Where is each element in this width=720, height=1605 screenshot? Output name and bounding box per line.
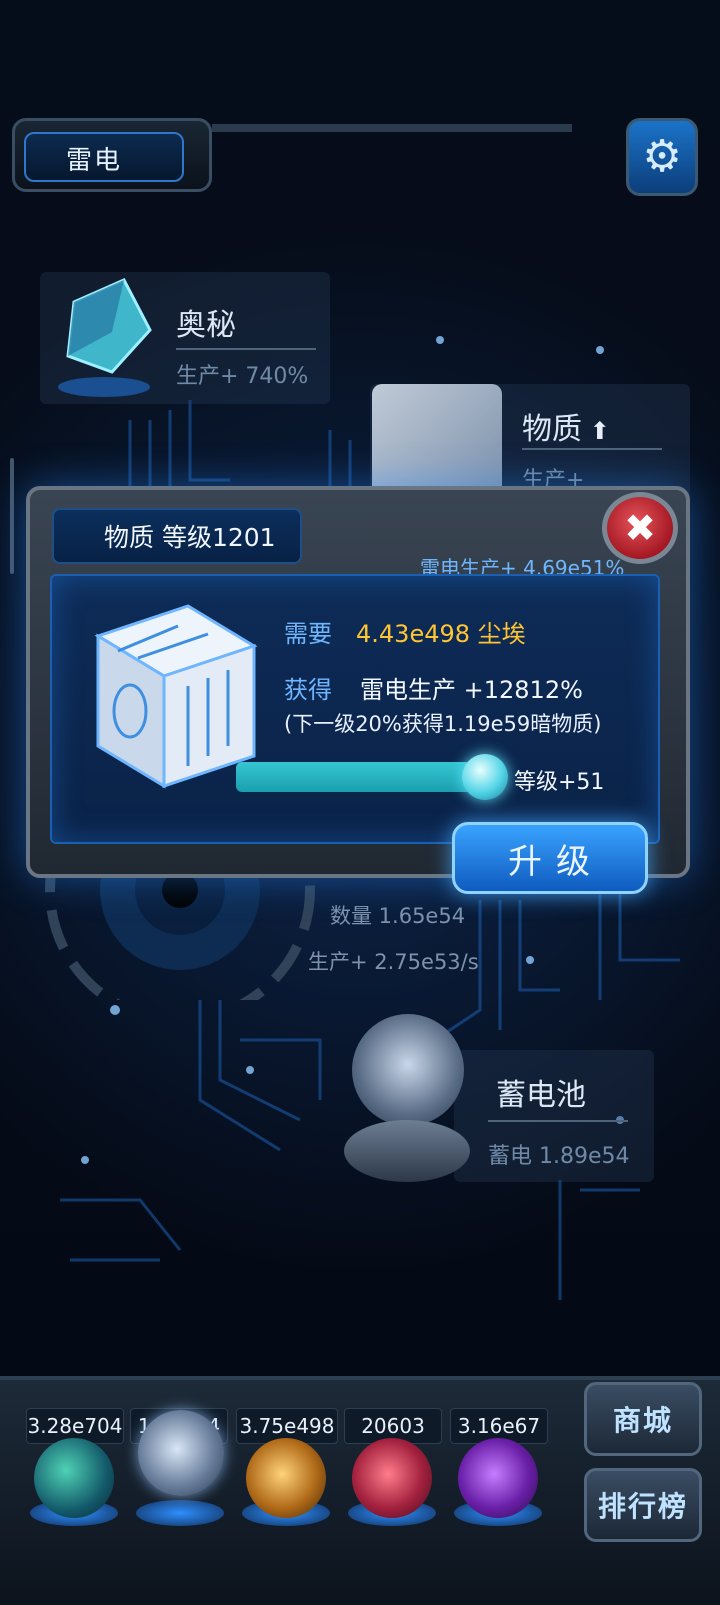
slider-handle[interactable]: [462, 754, 508, 800]
thunder-count: 数量 1.65e54: [330, 904, 466, 928]
lightning-orb-icon: [352, 1014, 464, 1126]
scroll-indicator[interactable]: [10, 458, 14, 574]
matter-name-text: 物质: [522, 412, 582, 447]
dialog-title: 物质 等级1201: [104, 523, 276, 552]
battery-stat: 蓄电 1.89e54: [488, 1144, 630, 1169]
divider: [176, 348, 316, 350]
mystery-stat: 生产+ 740%: [176, 364, 309, 389]
battery-name: 蓄电池: [496, 1078, 586, 1113]
shop-label: 商城: [612, 1404, 673, 1437]
upgrade-label: 升级: [508, 841, 604, 882]
header-rail: [212, 124, 572, 132]
fire-orb-icon[interactable]: [246, 1438, 326, 1518]
battery-base-icon: [344, 1120, 470, 1182]
brain-orb-icon[interactable]: [352, 1438, 432, 1518]
require-label: 需要: [284, 620, 332, 648]
matter-name: 物质 ⬆: [522, 404, 610, 448]
gain-label: 获得: [284, 676, 332, 704]
close-button[interactable]: ✖: [602, 492, 678, 564]
divider: [522, 448, 662, 450]
upgrade-button[interactable]: 升级: [452, 822, 648, 894]
arrow-up-icon: ⬆: [582, 417, 610, 445]
lightning-orb-icon[interactable]: [138, 1410, 224, 1496]
crystal-icon: [58, 278, 152, 397]
close-icon: ✖: [624, 506, 656, 550]
gain-value: 雷电生产 +12812%: [360, 676, 583, 704]
battery-card[interactable]: 蓄电池 蓄电 1.89e54: [454, 1050, 654, 1182]
next-level-note: (下一级20%获得1.19e59暗物质): [284, 712, 602, 736]
dark-matter-orb-icon[interactable]: [458, 1438, 538, 1518]
slider-fill: [236, 762, 474, 792]
thunder-production: 生产+ 2.75e53/s: [308, 950, 479, 974]
gear-icon: ⚙: [642, 131, 682, 182]
divider: [488, 1120, 628, 1122]
ranking-button[interactable]: 排行榜: [584, 1468, 702, 1542]
require-value: 4.43e498 尘埃: [356, 620, 526, 648]
page-title: 雷电: [66, 146, 123, 176]
ranking-label: 排行榜: [597, 1490, 688, 1523]
orb-pedestal: [136, 1500, 224, 1526]
dust-orb-icon[interactable]: [34, 1438, 114, 1518]
level-increment: 等级+51: [514, 770, 605, 795]
shop-button[interactable]: 商城: [584, 1382, 702, 1456]
mystery-name: 奥秘: [176, 308, 236, 343]
settings-button[interactable]: ⚙: [626, 118, 698, 196]
